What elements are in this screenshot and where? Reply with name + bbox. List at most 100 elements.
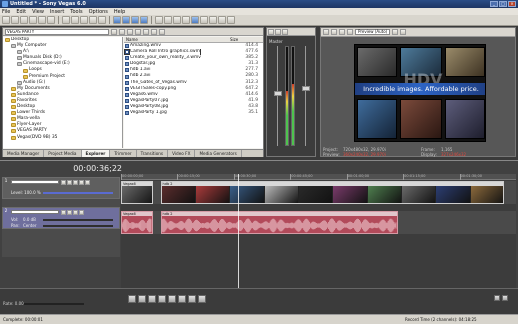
menu-insert[interactable]: Insert <box>50 9 64 15</box>
solo-icon[interactable] <box>67 180 72 185</box>
time-ruler[interactable]: 00:00:00;00 00:00:15;00 00:00:30;00 00:00:4… <box>121 174 516 180</box>
split-screen-icon[interactable] <box>339 29 345 35</box>
go-to-start-icon[interactable] <box>188 295 196 303</box>
play-from-start-icon[interactable] <box>148 295 156 303</box>
help-icon[interactable] <box>227 16 235 24</box>
playhead-cursor[interactable] <box>238 174 239 289</box>
arm-record-icon[interactable] <box>73 210 78 215</box>
new-project-icon[interactable] <box>2 16 10 24</box>
track-name-field[interactable] <box>11 180 59 184</box>
overlays-icon[interactable] <box>347 29 353 35</box>
pause-icon[interactable] <box>168 295 176 303</box>
mixer-window-icon[interactable] <box>122 16 130 24</box>
stop-preview-icon[interactable] <box>143 28 149 35</box>
snapping-icon[interactable] <box>155 16 163 24</box>
audio-event-clip[interactable]: hdb 2 <box>160 211 398 234</box>
play-icon[interactable] <box>158 295 166 303</box>
video-track-lane[interactable]: Vegas6 hdb 2 <box>121 181 516 204</box>
save-icon[interactable] <box>20 16 28 24</box>
properties-icon[interactable] <box>47 16 55 24</box>
track-fx-icon[interactable] <box>79 210 84 215</box>
preview-quality-dropdown[interactable]: Preview (Auto) <box>355 29 391 35</box>
normal-edit-tool-icon[interactable] <box>191 16 199 24</box>
insert-fx-icon[interactable] <box>275 28 281 35</box>
column-size[interactable]: Size <box>228 37 258 42</box>
menu-tools[interactable]: Tools <box>70 9 82 15</box>
zoom-out-icon[interactable] <box>502 295 508 301</box>
zoom-tool-icon[interactable] <box>218 16 226 24</box>
downmix-icon[interactable] <box>282 28 288 35</box>
views-icon[interactable] <box>159 28 165 35</box>
render-icon[interactable] <box>38 16 46 24</box>
tab-transitions[interactable]: Transitions <box>137 150 169 157</box>
save-snapshot-icon[interactable] <box>400 29 407 35</box>
auto-ripple-icon[interactable] <box>173 16 181 24</box>
rate-slider[interactable] <box>24 303 84 305</box>
video-event-clip[interactable]: hdb 2 <box>160 181 505 204</box>
minimize-button[interactable]: _ <box>490 1 498 7</box>
file-list-item[interactable]: VegasParty 1.jpg 35.1 <box>124 110 263 116</box>
track-motion-icon[interactable] <box>79 180 84 185</box>
auto-preview-icon[interactable] <box>151 28 157 35</box>
tab-media-generators[interactable]: Media Generators <box>195 150 242 157</box>
stop-icon[interactable] <box>178 295 186 303</box>
auto-crossfade-icon[interactable] <box>164 16 172 24</box>
paste-icon[interactable] <box>80 16 88 24</box>
save-as-icon[interactable] <box>29 16 37 24</box>
track-name-field[interactable] <box>11 210 59 214</box>
audio-track-lane[interactable]: Vegas6 hdb 2 <box>121 211 516 234</box>
tab-trimmer[interactable]: Trimmer <box>110 150 137 157</box>
menu-file[interactable]: File <box>2 9 10 15</box>
track-fx-icon[interactable] <box>73 180 78 185</box>
close-button[interactable]: × <box>508 1 516 7</box>
maximize-button[interactable]: □ <box>499 1 507 7</box>
open-icon[interactable] <box>11 16 19 24</box>
loop-playback-icon[interactable] <box>138 295 146 303</box>
start-preview-icon[interactable] <box>135 28 141 35</box>
menu-view[interactable]: View <box>32 9 44 15</box>
explorer-window-icon[interactable] <box>113 16 121 24</box>
up-folder-icon[interactable] <box>111 28 117 35</box>
mute-icon[interactable] <box>61 180 66 185</box>
cut-icon[interactable] <box>62 16 70 24</box>
composite-mode-icon[interactable] <box>85 180 90 185</box>
column-name[interactable]: Name <box>124 37 228 42</box>
pan-slider[interactable] <box>43 225 113 227</box>
level-slider[interactable] <box>43 192 113 194</box>
master-fader-handle[interactable] <box>274 91 282 96</box>
menu-edit[interactable]: Edit <box>16 9 26 15</box>
menu-help[interactable]: Help <box>114 9 125 15</box>
volume-slider[interactable] <box>43 219 113 221</box>
preview-properties-icon[interactable] <box>323 29 329 35</box>
menu-options[interactable]: Options <box>89 9 108 15</box>
solo-icon[interactable] <box>67 210 72 215</box>
selection-tool-icon[interactable] <box>209 16 217 24</box>
zoom-in-icon[interactable] <box>494 295 500 301</box>
tab-video-fx[interactable]: Video FX <box>168 150 196 157</box>
mute-icon[interactable] <box>61 210 66 215</box>
copy-icon[interactable] <box>71 16 79 24</box>
preview-window-icon[interactable] <box>131 16 139 24</box>
copy-snapshot-icon[interactable] <box>392 29 399 35</box>
tab-explorer[interactable]: Explorer <box>81 150 111 157</box>
go-to-end-icon[interactable] <box>198 295 206 303</box>
folder-tree-item[interactable]: Vegas(DVD 9B) 35 <box>3 135 122 141</box>
video-track-header[interactable]: 1 Level: 100.0 % <box>2 177 120 199</box>
lock-envelopes-icon[interactable] <box>182 16 190 24</box>
tab-project-media[interactable]: Project Media <box>44 150 82 157</box>
delete-icon[interactable] <box>127 28 133 35</box>
trimmer-window-icon[interactable] <box>140 16 148 24</box>
tab-media-manager[interactable]: Media Manager <box>3 150 45 157</box>
undo-icon[interactable] <box>89 16 97 24</box>
video-event-clip[interactable]: Vegas6 <box>121 181 153 204</box>
redo-icon[interactable] <box>98 16 106 24</box>
explorer-path-dropdown[interactable]: VEGAS PARTY <box>5 28 109 35</box>
envelope-tool-icon[interactable] <box>200 16 208 24</box>
refresh-icon[interactable] <box>119 28 125 35</box>
audio-track-header[interactable]: 2 Vol: 0.0 dB Pan: Center <box>2 207 120 229</box>
insert-bus-icon[interactable] <box>268 28 274 35</box>
master-fader-handle-right[interactable] <box>302 86 310 91</box>
audio-event-clip[interactable]: Vegas6 <box>121 211 153 234</box>
record-icon[interactable] <box>128 295 136 303</box>
external-monitor-icon[interactable] <box>331 29 337 35</box>
